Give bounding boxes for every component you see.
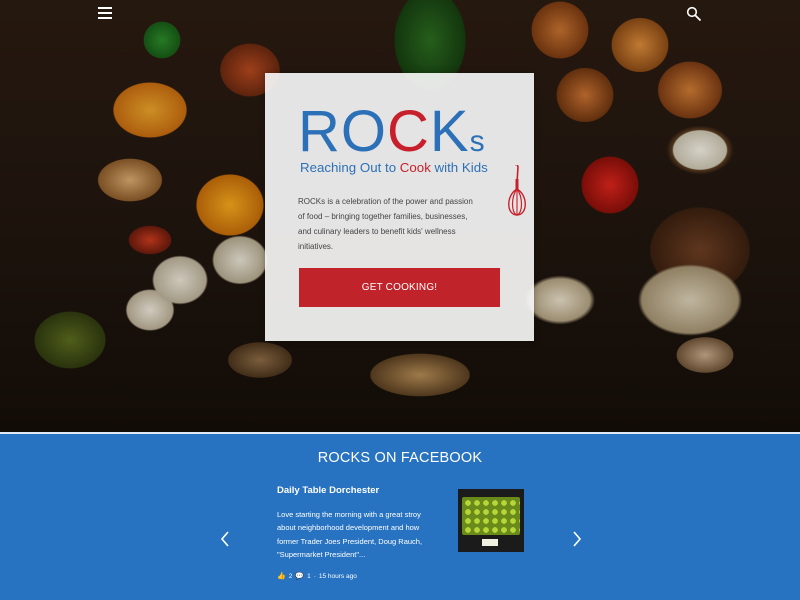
post-timestamp: 15 hours ago xyxy=(318,572,357,580)
search-icon xyxy=(686,6,702,22)
post-author[interactable]: Daily Table Dorchester xyxy=(277,485,379,496)
logo-tagline: Reaching Out to Cook with Kids xyxy=(300,160,488,175)
facebook-section-title: ROCKS ON FACEBOOK xyxy=(317,450,483,466)
post-meta: 👍 2 💬 1 · 15 hours ago xyxy=(277,572,357,581)
post-like-count: 2 xyxy=(288,572,293,580)
get-cooking-button[interactable]: GET COOKING! xyxy=(299,268,500,307)
search-button[interactable] xyxy=(684,4,704,24)
whisk-icon xyxy=(508,165,526,216)
comment-icon: 💬 xyxy=(295,573,305,580)
chevron-left-icon xyxy=(220,531,229,547)
facebook-section: ROCKS ON FACEBOOK Daily Table Dorchester… xyxy=(0,432,800,600)
post-image[interactable] xyxy=(458,489,524,552)
hero-section: ROCKs Reaching Out to Cook with Kids ROC… xyxy=(0,0,800,432)
chevron-right-icon xyxy=(573,531,582,547)
hero-card: ROCKs Reaching Out to Cook with Kids ROC… xyxy=(265,73,534,341)
like-icon: 👍 xyxy=(277,573,286,580)
hero-description: ROCKs is a celebration of the power and … xyxy=(298,197,473,251)
menu-button[interactable] xyxy=(96,4,116,24)
hamburger-menu-icon xyxy=(98,7,112,9)
post-comment-count: 1 xyxy=(307,572,311,580)
post-body: Love starting the morning with a great s… xyxy=(277,510,423,560)
carousel-next-button[interactable] xyxy=(570,530,584,548)
carousel-prev-button[interactable] xyxy=(218,530,232,548)
meta-separator: · xyxy=(313,572,316,580)
